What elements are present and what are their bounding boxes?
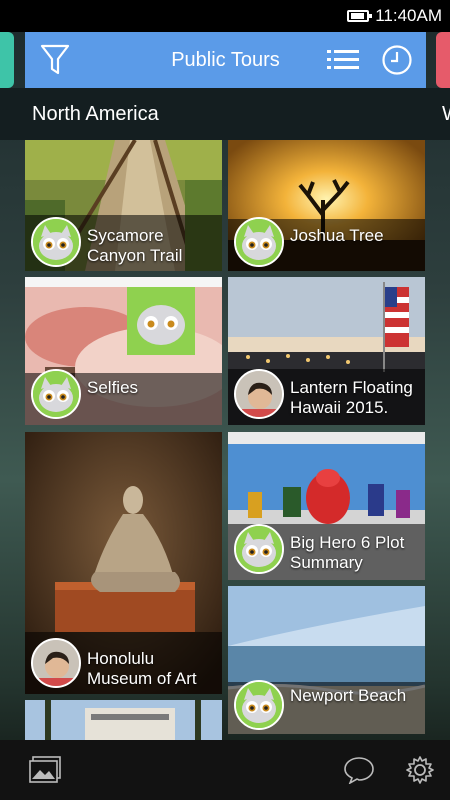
region-tab-next[interactable]: W (442, 103, 450, 126)
tour-tile-partial[interactable] (25, 700, 222, 740)
cat-face-icon (33, 371, 79, 417)
cat-avatar (234, 680, 284, 730)
tour-tile-joshua-tree[interactable]: Joshua Tree (228, 140, 425, 271)
tour-title: Sycamore Canyon Trail (87, 226, 182, 266)
gallery-icon (29, 756, 61, 783)
previous-page-tab[interactable] (0, 32, 14, 88)
tour-image (25, 700, 222, 740)
filter-icon (40, 44, 70, 75)
cat-face-icon (236, 526, 282, 572)
cat-avatar (31, 369, 81, 419)
clock-icon (382, 45, 412, 75)
tour-title-line1: Joshua Tree (290, 226, 384, 245)
tour-title-line2: Canyon Trail (87, 246, 183, 265)
person-avatar (234, 369, 284, 419)
tour-tile-lantern-floating[interactable]: Lantern Floating Hawaii 2015. (228, 277, 425, 425)
tour-title-line1: Newport Beach (290, 686, 407, 705)
tour-title-line2: Museum of Art (87, 669, 197, 688)
tour-title: Selfies (87, 378, 138, 398)
tour-tile-honolulu-museum-of-art[interactable]: Honolulu Museum of Art (25, 432, 222, 694)
header-container: Public Tours (0, 32, 450, 88)
tour-title: Newport Beach (290, 686, 406, 706)
tour-title-line2: Hawaii 2015. (290, 398, 389, 417)
page-title: Public Tours (171, 48, 280, 71)
gallery-button[interactable] (28, 754, 62, 786)
history-button[interactable] (377, 40, 417, 80)
tour-tile-sycamore-canyon-trail[interactable]: Sycamore Canyon Trail (25, 140, 222, 271)
region-selector: North America W (0, 88, 450, 140)
cat-avatar (234, 217, 284, 267)
bottom-bar (0, 740, 450, 800)
tour-title: Big Hero 6 Plot Summary (290, 533, 404, 573)
tour-title: Joshua Tree (290, 226, 384, 246)
region-tab-north-america[interactable]: North America (32, 103, 159, 126)
tour-title-line1: Lantern Floating (290, 378, 413, 397)
tour-tile-big-hero-6[interactable]: Big Hero 6 Plot Summary (228, 432, 425, 580)
chat-bubble-icon (344, 757, 374, 784)
cat-face-icon (33, 219, 79, 265)
gear-icon (406, 756, 434, 784)
app-header: Public Tours (25, 32, 426, 88)
tour-title-line1: Honolulu (87, 649, 155, 668)
person-avatar (31, 638, 81, 688)
cat-avatar (31, 217, 81, 267)
chat-button[interactable] (342, 754, 376, 786)
tour-title-line1: Sycamore (87, 226, 164, 245)
settings-button[interactable] (403, 754, 437, 786)
tour-title-line1: Selfies (87, 378, 139, 397)
next-page-tab[interactable] (436, 32, 450, 88)
tour-title: Lantern Floating Hawaii 2015. (290, 378, 413, 418)
tour-tile-newport-beach[interactable]: Newport Beach (228, 586, 425, 734)
list-view-button[interactable] (323, 40, 363, 80)
tour-tile-selfies[interactable]: Selfies (25, 277, 222, 425)
status-time: 11:40AM (375, 6, 442, 25)
status-bar: 11:40AM (0, 0, 450, 32)
tour-title-line1: Big Hero 6 Plot (290, 533, 405, 552)
battery-icon (347, 10, 373, 22)
filter-button[interactable] (35, 40, 75, 80)
tour-title: Honolulu Museum of Art (87, 649, 197, 689)
tour-title-line2: Summary (290, 553, 363, 572)
cat-avatar (234, 524, 284, 574)
cat-face-icon (236, 219, 282, 265)
list-icon (327, 50, 359, 69)
person-photo-icon (236, 371, 282, 417)
person-photo-icon (33, 640, 79, 686)
cat-face-icon (236, 682, 282, 728)
